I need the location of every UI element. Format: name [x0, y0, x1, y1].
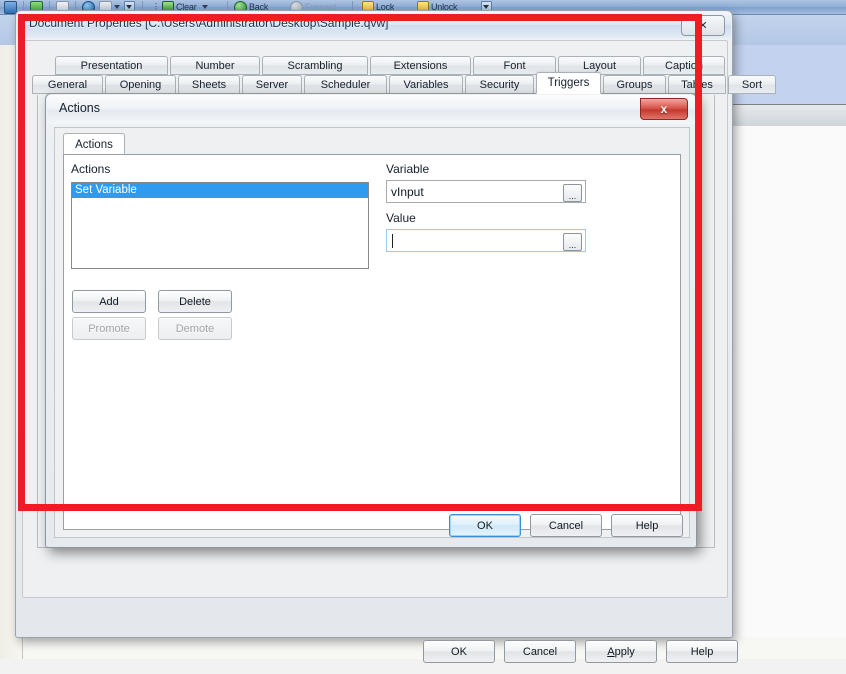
docprops-help-button[interactable]: Help	[666, 640, 738, 663]
tab-sheets[interactable]: Sheets	[178, 75, 240, 94]
tab-label: Groups	[616, 78, 653, 91]
actions-dialog-titlebar[interactable]: Actions x	[47, 95, 695, 124]
document-properties-footer: OK Cancel Apply Help	[29, 630, 738, 674]
demote-button: Demote	[158, 317, 232, 340]
actions-listbox[interactable]: Set Variable	[71, 182, 369, 269]
tab-label: Opening	[119, 78, 162, 91]
actions-panel: Actions Set Variable Variable vInput ...…	[63, 154, 681, 530]
tab-label: Security	[479, 78, 520, 91]
button-label: Help	[690, 645, 714, 658]
document-properties-titlebar[interactable]: Document Properties [C:\Users\Administra…	[17, 12, 731, 38]
docprops-ok-button[interactable]: OK	[423, 640, 495, 663]
tab-caption[interactable]: Caption	[643, 56, 725, 75]
button-label: Delete	[179, 295, 211, 308]
document-properties-title: Document Properties [C:\Users\Administra…	[29, 16, 389, 30]
variable-input-value: vInput	[391, 184, 424, 199]
tab-scheduler[interactable]: Scheduler	[304, 75, 387, 94]
tab-label: Server	[255, 78, 289, 91]
button-label: Apply	[607, 645, 635, 658]
docprops-cancel-button[interactable]: Cancel	[504, 640, 576, 663]
variable-label: Variable	[386, 162, 430, 176]
tab-label: Triggers	[547, 77, 590, 89]
tab-presentation[interactable]: Presentation	[55, 56, 168, 75]
delete-button[interactable]: Delete	[158, 290, 232, 313]
tab-sort[interactable]: Sort	[728, 75, 776, 94]
button-label: Cancel	[548, 519, 584, 532]
text-caret	[392, 233, 393, 248]
actions-group-label: Actions	[71, 162, 111, 176]
button-label: Cancel	[522, 645, 558, 658]
document-properties-tabstrip[interactable]: Presentation Number Scrambling Extensions Fo…	[31, 47, 776, 95]
tab-label: Scrambling	[287, 59, 343, 72]
add-button[interactable]: Add	[72, 290, 146, 313]
tab-triggers[interactable]: Triggers	[536, 72, 601, 94]
value-browse-button[interactable]: ...	[563, 233, 582, 251]
actions-dialog-close-button[interactable]: x	[640, 98, 688, 120]
document-properties-close-button[interactable]: ✕	[681, 15, 725, 36]
tab-number[interactable]: Number	[170, 56, 260, 75]
tab-groups[interactable]: Groups	[603, 75, 666, 94]
tab-actions[interactable]: Actions	[63, 133, 125, 156]
tab-variables[interactable]: Variables	[389, 75, 463, 94]
tab-label: Layout	[582, 59, 617, 72]
tab-extensions[interactable]: Extensions	[370, 56, 471, 75]
tab-label: Variables	[403, 78, 449, 91]
tab-label: Presentation	[80, 59, 143, 72]
actions-dialog: Actions x Actions Actions Set Variable V…	[45, 93, 697, 548]
promote-button: Promote	[72, 317, 146, 340]
actions-dialog-title: Actions	[59, 101, 100, 115]
actions-cancel-button[interactable]: Cancel	[530, 514, 602, 537]
tab-label: Scheduler	[320, 78, 371, 91]
tab-general[interactable]: General	[32, 75, 103, 94]
value-label: Value	[386, 211, 416, 225]
button-label: Demote	[175, 322, 215, 335]
variable-input[interactable]: vInput ...	[386, 180, 586, 203]
actions-help-button[interactable]: Help	[611, 514, 683, 537]
tab-tables[interactable]: Tables	[668, 75, 726, 94]
tab-label: Tables	[681, 78, 713, 91]
tab-server[interactable]: Server	[242, 75, 302, 94]
actions-ok-button[interactable]: OK	[449, 514, 521, 537]
tab-label: Number	[195, 59, 235, 72]
tab-security[interactable]: Security	[465, 75, 534, 94]
button-label: OK	[477, 519, 493, 532]
tab-label: Sheets	[191, 78, 227, 91]
tab-label: Sort	[741, 78, 763, 91]
bar-chart-icon	[4, 0, 17, 14]
button-label: Help	[635, 519, 659, 532]
tab-label: Extensions	[393, 59, 448, 72]
tab-scrambling[interactable]: Scrambling	[262, 56, 368, 75]
tab-label: General	[47, 78, 88, 91]
chevron-down-icon	[114, 5, 120, 9]
button-label: Add	[99, 295, 119, 308]
tab-opening[interactable]: Opening	[105, 75, 176, 94]
actions-dialog-body: Actions Actions Set Variable Variable vI…	[54, 127, 690, 538]
button-label: OK	[451, 645, 467, 658]
list-item[interactable]: Set Variable	[72, 183, 368, 198]
docprops-apply-button[interactable]: Apply	[585, 640, 657, 663]
button-label: Promote	[88, 322, 130, 335]
variable-browse-button[interactable]: ...	[563, 184, 582, 202]
tab-label: Font	[503, 59, 526, 72]
chevron-down-icon	[201, 5, 208, 9]
tab-label: Caption	[665, 59, 703, 72]
value-input[interactable]: ...	[386, 229, 586, 252]
